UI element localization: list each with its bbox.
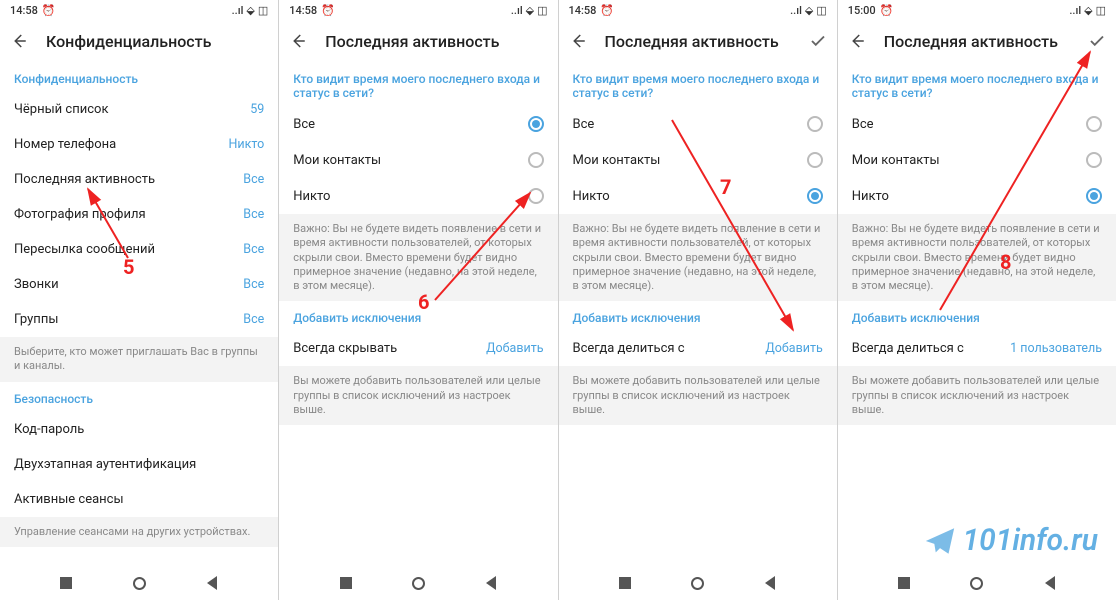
nav-bar bbox=[279, 566, 557, 600]
hint-exceptions: Вы можете добавить пользователей или цел… bbox=[559, 366, 837, 425]
status-bar: 15:00⏰ ..ıl⬙◫ bbox=[838, 0, 1116, 20]
row-forward[interactable]: Пересылка сообщенийВсе bbox=[0, 232, 278, 267]
hint-important: Важно: Вы не будете видеть появление в с… bbox=[279, 214, 557, 301]
radio-icon bbox=[1086, 188, 1102, 204]
screen-privacy: 14:58⏰ ..ıl⬙◫ Конфиденциальность Конфиде… bbox=[0, 0, 279, 600]
app-bar: Последняя активность bbox=[279, 20, 557, 62]
option-everybody[interactable]: Все bbox=[279, 106, 557, 142]
status-bar: 14:58⏰ ..ıl⬙◫ bbox=[279, 0, 557, 20]
app-bar: Последняя активность bbox=[559, 20, 837, 62]
screen-last-seen-saved: 15:00⏰ ..ıl⬙◫ Последняя активность Кто в… bbox=[838, 0, 1116, 600]
nav-recent-icon[interactable] bbox=[58, 575, 74, 591]
hint-important: Важно: Вы не будете видеть появление в с… bbox=[559, 214, 837, 301]
row-last-seen[interactable]: Последняя активностьВсе bbox=[0, 162, 278, 197]
page-title: Последняя активность bbox=[884, 32, 1070, 51]
row-passcode[interactable]: Код-пароль bbox=[0, 412, 278, 447]
annotation-7: 7 bbox=[720, 175, 731, 199]
option-contacts[interactable]: Мои контакты bbox=[838, 142, 1116, 178]
confirm-icon[interactable] bbox=[809, 32, 827, 50]
row-calls[interactable]: ЗвонкиВсе bbox=[0, 267, 278, 302]
row-always-hide[interactable]: Всегда скрыватьДобавить bbox=[279, 331, 557, 366]
app-bar: Последняя активность bbox=[838, 20, 1116, 62]
option-contacts[interactable]: Мои контакты bbox=[559, 142, 837, 178]
status-bar: 14:58⏰ ..ıl⬙◫ bbox=[559, 0, 837, 20]
row-always-share[interactable]: Всегда делиться сДобавить bbox=[559, 331, 837, 366]
hint-exceptions: Вы можете добавить пользователей или цел… bbox=[279, 366, 557, 425]
radio-icon bbox=[528, 188, 544, 204]
watermark: 101info.ru bbox=[923, 523, 1098, 558]
annotation-8: 8 bbox=[1000, 250, 1011, 274]
back-icon[interactable] bbox=[289, 32, 307, 50]
radio-icon bbox=[1086, 152, 1102, 168]
exceptions-header: Добавить исключения bbox=[838, 301, 1116, 331]
page-title: Конфиденциальность bbox=[46, 32, 268, 51]
radio-icon bbox=[528, 116, 544, 132]
section-header-security: Безопасность bbox=[0, 382, 278, 412]
radio-icon bbox=[528, 152, 544, 168]
question-header: Кто видит время моего последнего входа и… bbox=[838, 62, 1116, 106]
nav-recent-icon[interactable] bbox=[896, 575, 912, 591]
nav-bar bbox=[559, 566, 837, 600]
radio-icon bbox=[807, 152, 823, 168]
row-always-share[interactable]: Всегда делиться с1 пользователь bbox=[838, 331, 1116, 366]
row-blacklist[interactable]: Чёрный список59 bbox=[0, 92, 278, 127]
annotation-6: 6 bbox=[418, 290, 429, 314]
confirm-icon[interactable] bbox=[1088, 32, 1106, 50]
option-everybody[interactable]: Все bbox=[838, 106, 1116, 142]
nav-bar bbox=[0, 566, 278, 600]
nav-back-icon[interactable] bbox=[204, 575, 220, 591]
screen-last-seen-nobody: 14:58⏰ ..ıl⬙◫ Последняя активность Кто в… bbox=[559, 0, 838, 600]
option-nobody[interactable]: Никто bbox=[838, 178, 1116, 214]
hint-important: Важно: Вы не будете видеть появление в с… bbox=[838, 214, 1116, 301]
nav-home-icon[interactable] bbox=[131, 575, 147, 591]
row-phone[interactable]: Номер телефонаНикто bbox=[0, 127, 278, 162]
row-2fa[interactable]: Двухэтапная аутентификация bbox=[0, 447, 278, 482]
status-bar: 14:58⏰ ..ıl⬙◫ bbox=[0, 0, 278, 20]
row-sessions[interactable]: Активные сеансы bbox=[0, 482, 278, 517]
option-everybody[interactable]: Все bbox=[559, 106, 837, 142]
back-icon[interactable] bbox=[569, 32, 587, 50]
option-nobody[interactable]: Никто bbox=[559, 178, 837, 214]
option-contacts[interactable]: Мои контакты bbox=[279, 142, 557, 178]
hint-groups: Выберите, кто может приглашать Вас в гру… bbox=[0, 337, 278, 382]
back-icon[interactable] bbox=[848, 32, 866, 50]
nav-home-icon[interactable] bbox=[969, 575, 985, 591]
nav-bar bbox=[838, 566, 1116, 600]
row-groups[interactable]: ГруппыВсе bbox=[0, 302, 278, 337]
radio-icon bbox=[807, 188, 823, 204]
back-icon[interactable] bbox=[10, 32, 28, 50]
section-header: Конфиденциальность bbox=[0, 62, 278, 92]
option-nobody[interactable]: Никто bbox=[279, 178, 557, 214]
hint-exceptions: Вы можете добавить пользователей или цел… bbox=[838, 366, 1116, 425]
question-header: Кто видит время моего последнего входа и… bbox=[559, 62, 837, 106]
nav-back-icon[interactable] bbox=[1042, 575, 1058, 591]
annotation-5: 5 bbox=[123, 255, 134, 279]
app-bar: Конфиденциальность bbox=[0, 20, 278, 62]
exceptions-header: Добавить исключения bbox=[559, 301, 837, 331]
radio-icon bbox=[1086, 116, 1102, 132]
nav-home-icon[interactable] bbox=[410, 575, 426, 591]
nav-recent-icon[interactable] bbox=[338, 575, 354, 591]
nav-recent-icon[interactable] bbox=[617, 575, 633, 591]
question-header: Кто видит время моего последнего входа и… bbox=[279, 62, 557, 106]
hint-sessions: Управление сеансами на других устройства… bbox=[0, 517, 278, 547]
nav-back-icon[interactable] bbox=[762, 575, 778, 591]
row-profile-photo[interactable]: Фотография профиляВсе bbox=[0, 197, 278, 232]
page-title: Последняя активность bbox=[605, 32, 791, 51]
radio-icon bbox=[807, 116, 823, 132]
nav-back-icon[interactable] bbox=[483, 575, 499, 591]
page-title: Последняя активность bbox=[325, 32, 547, 51]
nav-home-icon[interactable] bbox=[690, 575, 706, 591]
